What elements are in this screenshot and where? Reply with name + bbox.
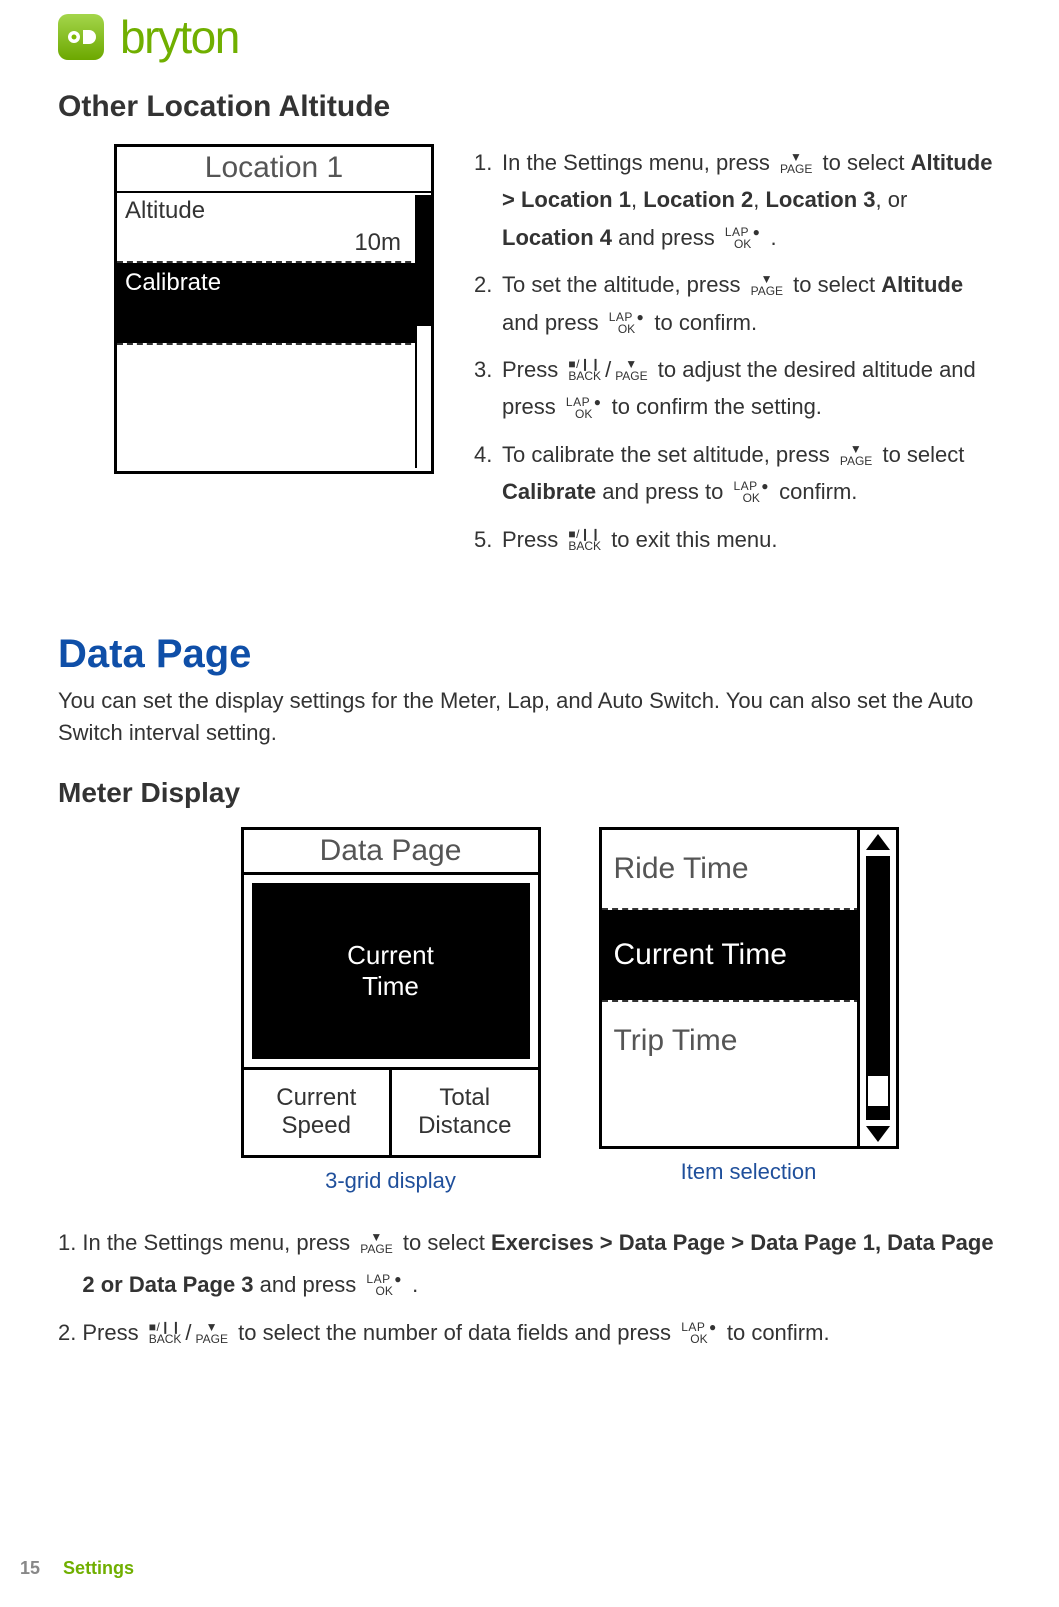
instruction-list: 1. In the Settings menu, press ▼PAGE to … (474, 144, 1001, 568)
section-title-data-page: Data Page (58, 632, 1001, 677)
scrollbar-track (866, 856, 890, 1120)
list-item: Trip Time (602, 1002, 860, 1080)
page-button-icon: ▼PAGE (615, 358, 647, 382)
step-4: 4. To calibrate the set altitude, press … (474, 436, 1001, 511)
list-item-selected: Current Time (602, 910, 860, 1000)
page-number: 15 (20, 1558, 40, 1578)
device-screen-item-selection: Ride Time Current Time Trip Time (599, 827, 899, 1149)
scrollbar (857, 830, 896, 1146)
brand-header: bryton (58, 10, 1001, 64)
footer-section-label: Settings (63, 1558, 134, 1578)
scrollbar (415, 195, 431, 468)
step-1: 1. In the Settings menu, press ▼PAGE to … (474, 144, 1001, 256)
page-button-icon: ▼PAGE (840, 443, 872, 467)
grid-cell-total-distance: Total Distance (389, 1070, 538, 1156)
meter-instruction-list: 1. In the Settings menu, press ▼PAGE to … (58, 1222, 1001, 1353)
page-footer: 15 Settings (20, 1558, 134, 1579)
page-button-icon: ▼PAGE (751, 273, 783, 297)
back-button-icon: ■/❙❙BACK (568, 358, 601, 382)
ok-button-icon: LAP ●OK (566, 396, 602, 420)
back-button-icon: ■/❙❙BACK (568, 528, 601, 552)
page-button-icon: ▼PAGE (196, 1321, 228, 1345)
ok-button-icon: LAP ●OK (733, 480, 769, 504)
back-button-icon: ■/❙❙BACK (149, 1321, 182, 1345)
ok-button-icon: LAP ●OK (609, 311, 645, 335)
data-page-intro: You can set the display settings for the… (58, 685, 1001, 749)
screen-title: Location 1 (117, 147, 431, 193)
step-2: 2. To set the altitude, press ▼PAGE to s… (474, 266, 1001, 341)
device-screen-3grid: Data Page Current Time Current Speed Tot… (241, 827, 541, 1159)
ok-button-icon: LAP ●OK (725, 226, 761, 250)
calibrate-row: Calibrate (117, 263, 431, 343)
section-title-other-location-altitude: Other Location Altitude (58, 90, 1001, 124)
meter-step-1: 1. In the Settings menu, press ▼PAGE to … (58, 1222, 1001, 1306)
page-button-icon: ▼PAGE (360, 1231, 392, 1255)
altitude-label: Altitude (117, 193, 431, 229)
grid-cell-current-speed: Current Speed (244, 1070, 390, 1156)
scrollbar-thumb (417, 195, 431, 326)
caption-3grid: 3-grid display (325, 1168, 456, 1194)
step-5: 5. Press ■/❙❙BACK to exit this menu. (474, 521, 1001, 558)
subsection-meter-display: Meter Display (58, 777, 1001, 809)
screen-title: Data Page (244, 830, 538, 875)
brand-wordmark: bryton (120, 10, 239, 64)
meter-step-2: 2. Press ■/❙❙BACK/▼PAGE to select the nu… (58, 1312, 1001, 1354)
arrow-up-icon (866, 834, 890, 850)
brand-logo-icon (58, 14, 104, 60)
list-item: Ride Time (602, 830, 860, 908)
page-button-icon: ▼PAGE (780, 151, 812, 175)
grid-cell-current-time: Current Time (252, 883, 530, 1059)
arrow-down-icon (866, 1126, 890, 1142)
altitude-value: 10m (117, 229, 431, 261)
ok-button-icon: LAP ●OK (366, 1273, 402, 1297)
caption-item-selection: Item selection (681, 1159, 817, 1185)
step-3: 3. Press ■/❙❙BACK/▼PAGE to adjust the de… (474, 351, 1001, 426)
device-screen-location1: Location 1 Altitude 10m Calibrate (114, 144, 434, 474)
ok-button-icon: LAP ●OK (681, 1321, 717, 1345)
